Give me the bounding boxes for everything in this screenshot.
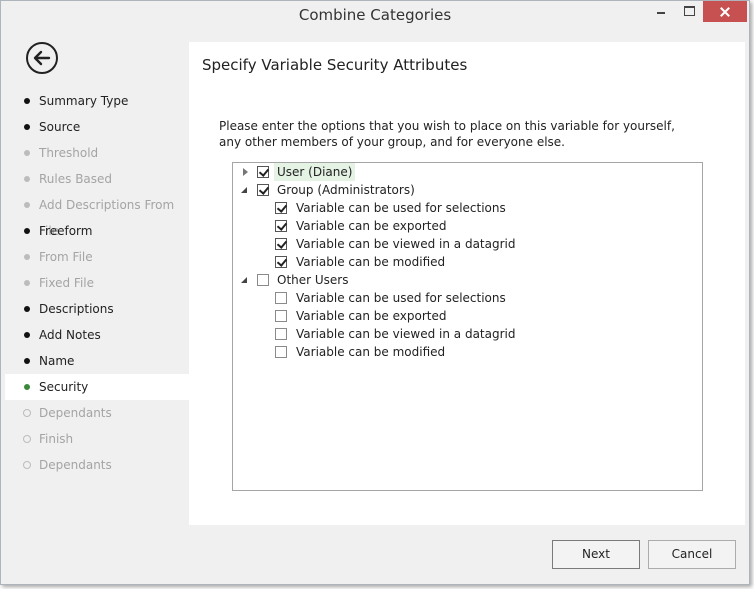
tree-node-label: Variable can be viewed in a datagrid bbox=[296, 327, 516, 341]
step-pending-icon bbox=[23, 461, 31, 469]
user-checkbox[interactable] bbox=[257, 166, 269, 178]
main-panel: Specify Variable Security Attributes Ple… bbox=[189, 42, 745, 525]
step-descriptions[interactable]: Descriptions bbox=[5, 296, 189, 322]
next-button[interactable]: Next bbox=[552, 540, 640, 569]
tree-node-label: Variable can be used for selections bbox=[296, 291, 506, 305]
permission-checkbox[interactable] bbox=[275, 238, 287, 250]
security-tree: User (Diane) Group (Administrators) Vari… bbox=[232, 162, 703, 491]
permission-checkbox[interactable] bbox=[275, 346, 287, 358]
step-label: Fixed File bbox=[39, 276, 94, 290]
tree-node-label: Variable can be exported bbox=[296, 219, 447, 233]
step-security[interactable]: Security bbox=[5, 374, 189, 400]
step-dependants-2: Dependants bbox=[5, 452, 189, 478]
permission-checkbox[interactable] bbox=[275, 310, 287, 322]
back-button[interactable] bbox=[26, 42, 58, 74]
step-freeform[interactable]: Freeform bbox=[5, 218, 189, 244]
step-bullet-icon bbox=[24, 332, 30, 338]
step-bullet-icon bbox=[24, 280, 30, 286]
other-users-checkbox[interactable] bbox=[257, 274, 269, 286]
step-dependants: Dependants bbox=[5, 400, 189, 426]
step-label: From File bbox=[39, 250, 93, 264]
step-bullet-icon bbox=[24, 176, 30, 182]
step-bullet-icon bbox=[24, 124, 30, 130]
step-label: Summary Type bbox=[39, 94, 129, 108]
step-bullet-icon bbox=[24, 150, 30, 156]
step-label: Finish bbox=[39, 432, 74, 446]
back-arrow-icon bbox=[33, 50, 51, 66]
step-current-icon bbox=[24, 384, 30, 390]
wizard-footer: Next Cancel bbox=[5, 525, 747, 583]
permission-checkbox[interactable] bbox=[275, 256, 287, 268]
step-bullet-icon bbox=[24, 254, 30, 260]
step-bullet-icon bbox=[24, 306, 30, 312]
tree-node-label: Group (Administrators) bbox=[277, 183, 415, 197]
step-label: Source bbox=[39, 120, 81, 134]
permission-checkbox[interactable] bbox=[275, 292, 287, 304]
tree-node-label: Variable can be used for selections bbox=[296, 201, 506, 215]
wizard-sidebar: Summary Type Source Threshold Rules Base… bbox=[5, 31, 189, 525]
step-summary-type[interactable]: Summary Type bbox=[5, 88, 189, 114]
step-label: Dependants bbox=[39, 406, 112, 420]
step-label: Threshold bbox=[39, 146, 99, 160]
step-pending-icon bbox=[23, 409, 31, 417]
step-label: Add Notes bbox=[39, 328, 101, 342]
step-rules-based: Rules Based bbox=[5, 166, 189, 192]
step-add-descriptions-from-file: Add Descriptions From File bbox=[5, 192, 189, 238]
step-name[interactable]: Name bbox=[5, 348, 189, 374]
maximize-button[interactable] bbox=[675, 1, 703, 22]
step-label: Freeform bbox=[39, 224, 93, 238]
collapse-arrow-icon[interactable] bbox=[241, 187, 247, 193]
tree-node-label: Variable can be viewed in a datagrid bbox=[296, 237, 516, 251]
tree-node-label: Variable can be exported bbox=[296, 309, 447, 323]
tree-node-label: Other Users bbox=[277, 273, 349, 287]
step-threshold: Threshold bbox=[5, 140, 189, 166]
wizard-window: Combine Categories Summary Type Source T… bbox=[0, 0, 750, 585]
step-from-file: From File bbox=[5, 244, 189, 270]
expand-arrow-icon[interactable] bbox=[243, 168, 248, 176]
step-label: Name bbox=[39, 354, 75, 368]
step-label: Security bbox=[39, 380, 89, 394]
step-add-notes[interactable]: Add Notes bbox=[5, 322, 189, 348]
tree-node-label: Variable can be modified bbox=[296, 255, 446, 269]
step-label: Rules Based bbox=[39, 172, 113, 186]
minimize-button[interactable] bbox=[647, 1, 675, 22]
step-pending-icon bbox=[23, 435, 31, 443]
step-source[interactable]: Source bbox=[5, 114, 189, 140]
step-finish: Finish bbox=[5, 426, 189, 452]
tree-node-label: User (Diane) bbox=[274, 163, 356, 181]
page-title: Specify Variable Security Attributes bbox=[202, 56, 468, 74]
permission-checkbox[interactable] bbox=[275, 328, 287, 340]
step-label: Descriptions bbox=[39, 302, 114, 316]
window-title: Combine Categories bbox=[298, 6, 452, 24]
tree-node-label: Variable can be modified bbox=[296, 345, 446, 359]
step-bullet-icon bbox=[24, 228, 30, 234]
instructions-text: Please enter the options that you wish t… bbox=[219, 119, 675, 149]
close-button[interactable] bbox=[703, 1, 747, 22]
group-checkbox[interactable] bbox=[257, 184, 269, 196]
permission-checkbox[interactable] bbox=[275, 202, 287, 214]
step-bullet-icon bbox=[24, 358, 30, 364]
step-bullet-icon bbox=[24, 202, 30, 208]
step-label: Dependants bbox=[39, 458, 112, 472]
step-fixed-file: Fixed File bbox=[5, 270, 189, 296]
collapse-arrow-icon[interactable] bbox=[241, 277, 247, 283]
cancel-button[interactable]: Cancel bbox=[648, 540, 736, 569]
permission-checkbox[interactable] bbox=[275, 220, 287, 232]
title-bar: Combine Categories bbox=[1, 1, 749, 31]
wizard-steps: Summary Type Source Threshold Rules Base… bbox=[5, 88, 189, 478]
step-bullet-icon bbox=[24, 98, 30, 104]
